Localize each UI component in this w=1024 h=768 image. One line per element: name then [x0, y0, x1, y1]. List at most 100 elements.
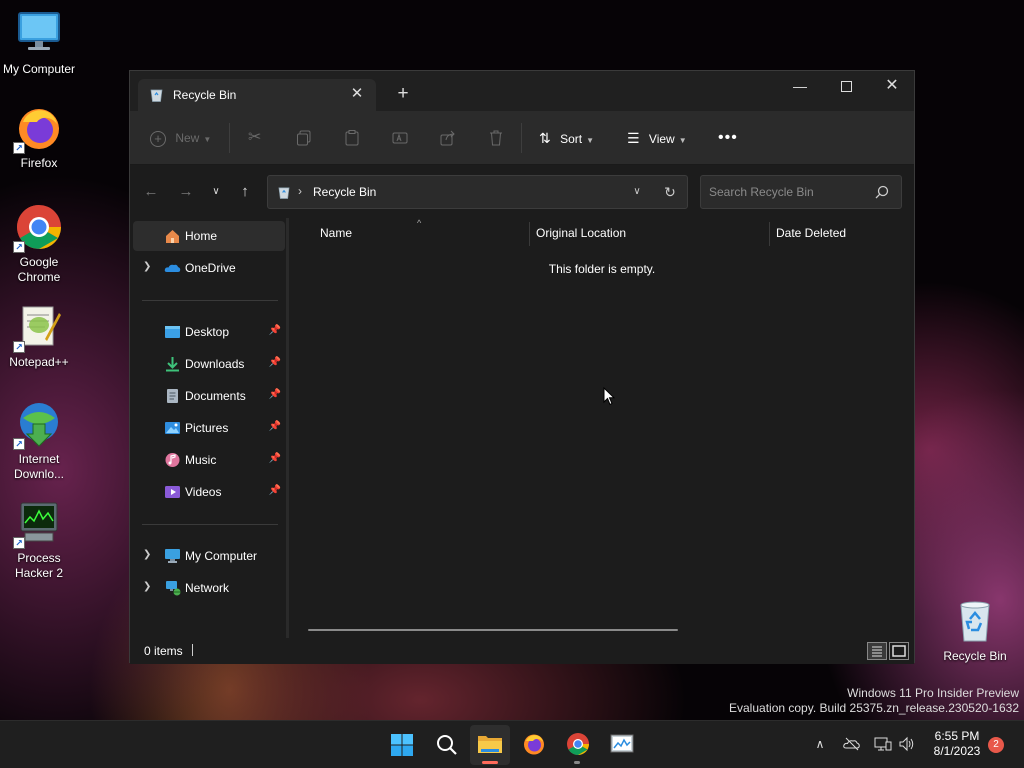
see-more-button[interactable]: •••	[718, 125, 738, 151]
document-icon	[167, 389, 178, 403]
close-tab-icon[interactable]: ✕	[348, 85, 366, 103]
delete-button[interactable]	[488, 125, 504, 151]
shortcut-arrow-icon: ↗	[13, 142, 25, 154]
new-button[interactable]: + New ▼	[150, 125, 211, 151]
shortcut-arrow-icon: ↗	[13, 341, 25, 353]
address-bar[interactable]: › Recycle Bin ∨ ↻	[267, 175, 688, 209]
trash-icon	[490, 130, 502, 146]
start-button[interactable]	[382, 725, 422, 765]
view-button[interactable]: ☰ View ▼	[627, 125, 687, 151]
desktop-icon-recycle-bin[interactable]: Recycle Bin	[937, 597, 1013, 664]
minimize-button[interactable]: —	[777, 71, 823, 101]
process-hacker-icon	[610, 734, 634, 753]
arrow-up-icon: ↑	[241, 183, 249, 200]
sidebar-scrollbar[interactable]	[286, 218, 289, 638]
chevron-up-icon: ∧	[815, 737, 825, 751]
watermark-line: Windows 11 Pro Insider Preview	[847, 686, 1019, 700]
internet-download-manager-icon: ↗	[13, 400, 63, 450]
chevron-down-icon: ▼	[203, 135, 212, 144]
pin-icon[interactable]: 📌	[269, 485, 281, 496]
close-window-button[interactable]: ✕	[869, 71, 915, 101]
paste-button[interactable]	[344, 125, 360, 151]
rename-button[interactable]	[392, 125, 408, 151]
cut-button[interactable]: ✂	[248, 125, 261, 151]
column-header-date-deleted[interactable]: Date Deleted	[776, 226, 846, 240]
back-button[interactable]: ←	[140, 182, 162, 202]
forward-button[interactable]: →	[175, 182, 197, 202]
sidebar-item-music[interactable]: Music 📌	[133, 445, 285, 475]
mouse-cursor-icon	[603, 387, 615, 406]
desktop-icon-notepad-plus-plus[interactable]: ↗ Notepad++	[1, 303, 77, 370]
sidebar-item-home[interactable]: Home	[133, 221, 285, 251]
details-view-button[interactable]	[867, 642, 887, 660]
new-tab-button[interactable]: +	[392, 84, 414, 106]
maximize-button[interactable]	[823, 71, 869, 101]
sort-button[interactable]: ⇅ Sort ▼	[539, 125, 594, 151]
sidebar-item-network[interactable]: ❯ Network	[133, 573, 285, 603]
sidebar-item-desktop[interactable]: Desktop 📌	[133, 317, 285, 347]
chevron-right-icon[interactable]: ❯	[143, 581, 155, 592]
desktop-icon-process-hacker[interactable]: ↗ Process Hacker 2	[1, 499, 77, 581]
recycle-bin-icon	[951, 597, 999, 645]
taskbar-clock[interactable]: 6:55 PM 8/1/2023	[926, 729, 988, 759]
onedrive-tray-icon[interactable]	[843, 735, 861, 753]
chevron-right-icon[interactable]: ❯	[143, 261, 155, 272]
sidebar-item-documents[interactable]: Documents 📌	[133, 381, 285, 411]
search-button[interactable]	[427, 725, 467, 765]
desktop-icon-label: My Computer	[2, 62, 76, 76]
column-header-original-location[interactable]: Original Location	[536, 226, 626, 240]
maximize-icon	[840, 81, 852, 92]
pin-icon[interactable]: 📌	[269, 453, 281, 464]
desktop-icon-firefox[interactable]: ↗ Firefox	[1, 104, 77, 171]
column-header-name[interactable]: Name	[320, 226, 352, 240]
recycle-bin-icon	[278, 187, 290, 199]
notification-badge[interactable]: 2	[988, 737, 1004, 753]
up-button[interactable]: ↑	[234, 182, 256, 202]
sidebar-item-onedrive[interactable]: ❯ OneDrive	[133, 253, 285, 283]
pin-icon[interactable]: 📌	[269, 325, 281, 336]
pin-icon[interactable]: 📌	[269, 357, 281, 368]
taskbar-chrome[interactable]	[558, 725, 598, 765]
recent-locations-button[interactable]: ∨	[205, 182, 227, 202]
sidebar-item-my-computer[interactable]: ❯ My Computer	[133, 541, 285, 571]
taskbar-file-explorer[interactable]	[470, 725, 510, 765]
volume-tray-icon[interactable]	[898, 735, 916, 753]
process-hacker-icon: ↗	[13, 499, 63, 549]
sidebar-item-label: Music	[185, 453, 217, 467]
large-icons-view-button[interactable]	[889, 642, 909, 660]
sidebar-item-videos[interactable]: Videos 📌	[133, 477, 285, 507]
taskbar-firefox[interactable]	[514, 725, 554, 765]
chrome-icon	[567, 733, 589, 755]
desktop-icon-my-computer[interactable]: My Computer	[1, 10, 77, 77]
column-divider[interactable]	[769, 222, 770, 246]
chevron-right-icon[interactable]: ❯	[143, 549, 155, 560]
refresh-button[interactable]: ↻	[661, 183, 679, 201]
copy-button[interactable]	[296, 125, 312, 151]
desktop-icon-label: Internet Downlo...	[13, 452, 65, 481]
tab-recycle-bin[interactable]: Recycle Bin ✕	[138, 79, 376, 111]
sidebar-item-label: Downloads	[185, 357, 245, 371]
evaluation-watermark: Windows 11 Pro Insider Preview Evaluatio…	[729, 686, 1019, 716]
pin-icon[interactable]: 📌	[269, 421, 281, 432]
desktop-icon-chrome[interactable]: ↗ Google Chrome	[1, 203, 77, 285]
network-tray-icon[interactable]	[874, 735, 892, 753]
ellipsis-icon: •••	[718, 129, 738, 146]
download-arrow-icon	[166, 357, 179, 372]
toolbar-divider	[229, 123, 230, 153]
sidebar-item-label: OneDrive	[185, 261, 236, 275]
sidebar-item-downloads[interactable]: Downloads 📌	[133, 349, 285, 379]
breadcrumb-chevron-icon: ›	[298, 184, 302, 198]
sidebar-item-pictures[interactable]: Pictures 📌	[133, 413, 285, 443]
network-monitor-icon	[874, 737, 892, 751]
search-box[interactable]	[700, 175, 902, 209]
taskbar-process-hacker[interactable]	[602, 725, 642, 765]
desktop-icon-internet-download-manager[interactable]: ↗ Internet Downlo...	[1, 400, 77, 482]
address-history-button[interactable]: ∨	[628, 183, 646, 201]
horizontal-scrollbar[interactable]	[308, 629, 678, 631]
search-input[interactable]	[709, 184, 869, 200]
breadcrumb[interactable]: Recycle Bin	[313, 185, 376, 199]
pin-icon[interactable]: 📌	[269, 389, 281, 400]
share-button[interactable]	[440, 125, 456, 151]
column-divider[interactable]	[529, 222, 530, 246]
show-hidden-icons-button[interactable]: ∧	[811, 735, 829, 753]
